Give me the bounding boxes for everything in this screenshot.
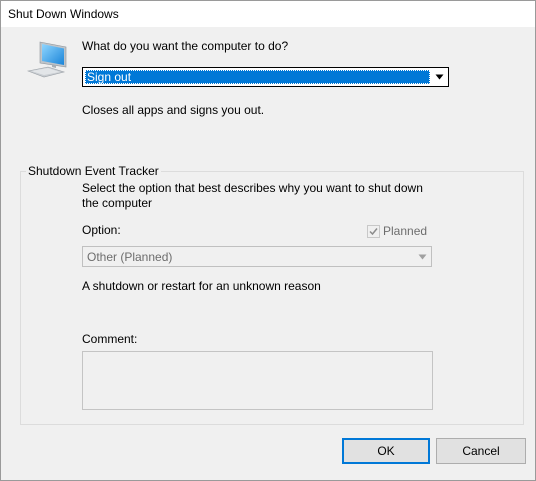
action-prompt: What do you want the computer to do? — [82, 39, 289, 53]
option-label: Option: — [82, 223, 121, 237]
action-dropdown-value: Sign out — [85, 70, 430, 84]
cancel-button[interactable]: Cancel — [436, 438, 526, 464]
planned-checkbox[interactable] — [367, 225, 380, 238]
comment-label: Comment: — [82, 332, 138, 346]
group-title: Shutdown Event Tracker — [26, 164, 161, 178]
reason-option-value: Other (Planned) — [87, 250, 173, 264]
action-description: Closes all apps and signs you out. — [82, 103, 265, 117]
action-dropdown[interactable]: Sign out — [82, 67, 449, 87]
planned-label: Planned — [383, 224, 428, 238]
checkmark-icon — [369, 228, 378, 236]
tracker-instructions-line1: Select the option that best describes wh… — [82, 181, 423, 195]
tracker-instructions-line2: the computer — [82, 196, 153, 210]
ok-button[interactable]: OK — [342, 438, 430, 464]
chevron-down-icon[interactable] — [415, 248, 430, 265]
window-title: Shut Down Windows — [8, 7, 119, 21]
title-bar[interactable]: Shut Down Windows — [1, 1, 535, 27]
reason-option-dropdown[interactable]: Other (Planned) — [82, 246, 432, 267]
shut-down-dialog: Shut Down Windows What do you want the c… — [0, 0, 536, 481]
chevron-down-icon[interactable] — [432, 69, 447, 85]
computer-monitor-icon — [26, 39, 68, 79]
reason-description: A shutdown or restart for an unknown rea… — [82, 279, 321, 293]
comment-textarea[interactable] — [82, 351, 433, 410]
